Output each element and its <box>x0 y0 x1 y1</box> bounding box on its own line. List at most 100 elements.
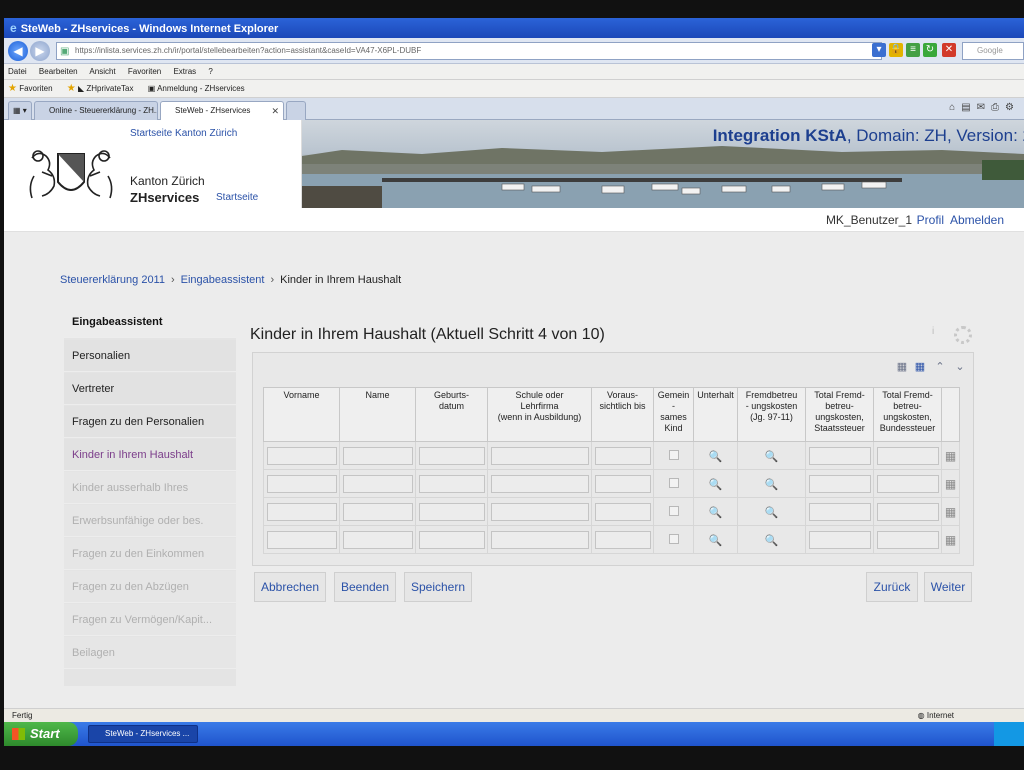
username: MK_Benutzer_1 <box>825 213 912 227</box>
new-tab-button[interactable] <box>286 101 306 120</box>
startseite-link[interactable]: Startseite <box>216 192 258 203</box>
geburtsdatum-input[interactable] <box>418 446 485 465</box>
refresh-icon[interactable]: ↻ <box>923 43 937 57</box>
tab-online-steuererklaerung[interactable]: Online - Steuererklärung - ZH... <box>34 101 158 120</box>
stop-icon[interactable]: ✕ <box>942 43 956 57</box>
search-icon[interactable]: 🔍 <box>709 506 723 519</box>
favorite-zhprivatetax[interactable]: ★ ◣ ZHprivateTax <box>67 83 134 94</box>
menu-ansicht[interactable]: Ansicht <box>89 67 115 76</box>
search-icon[interactable]: 🔍 <box>709 478 723 491</box>
tab-steweb[interactable]: SteWeb - ZHservices ✕ <box>160 101 284 120</box>
weiter-button[interactable]: Weiter <box>924 572 972 602</box>
name-input[interactable] <box>342 502 413 521</box>
menu-datei[interactable]: Datei <box>8 67 27 76</box>
startseite-kanton-link[interactable]: Startseite Kanton Zürich <box>130 128 237 139</box>
calculator-grid-icon[interactable]: ▦ <box>895 361 909 373</box>
start-label: Start <box>30 726 60 741</box>
calculator-grid-icon[interactable]: ▦ <box>945 505 956 519</box>
total-staatssteuer-input[interactable] <box>808 446 871 465</box>
abbrechen-button[interactable]: Abbrechen <box>254 572 326 602</box>
gemeinsames-kind-checkbox[interactable] <box>668 477 679 488</box>
vorname-input[interactable] <box>266 474 337 493</box>
back-button[interactable]: ◀ <box>8 41 28 61</box>
search-icon[interactable]: 🔍 <box>765 450 779 463</box>
total-bundessteuer-input[interactable] <box>876 474 939 493</box>
calculator-grid-icon[interactable]: ▦ <box>945 477 956 491</box>
menu-extras[interactable]: Extras <box>173 67 196 76</box>
total-staatssteuer-input[interactable] <box>808 502 871 521</box>
favorites-button[interactable]: ★ Favoriten <box>8 83 53 94</box>
quick-tabs-button[interactable]: ▦ ▾ <box>8 101 32 120</box>
sidebar-item-kinder-haushalt[interactable]: Kinder in Ihrem Haushalt <box>64 439 236 471</box>
voraussichtlich-bis-input[interactable] <box>594 502 651 521</box>
breadcrumb-current: Kinder in Ihrem Haushalt <box>280 274 402 286</box>
total-bundessteuer-input[interactable] <box>876 502 939 521</box>
sidebar-item-fragen-personalien[interactable]: Fragen zu den Personalien <box>64 406 236 438</box>
mail-icon[interactable]: ✉ <box>977 102 991 113</box>
name-input[interactable] <box>342 530 413 549</box>
search-icon[interactable]: 🔍 <box>765 506 779 519</box>
geburtsdatum-input[interactable] <box>418 502 485 521</box>
name-input[interactable] <box>342 474 413 493</box>
feeds-icon[interactable]: ▤ <box>961 102 976 113</box>
dropdown-arrow-icon[interactable]: ▾ <box>872 43 886 57</box>
gemeinsames-kind-checkbox[interactable] <box>668 505 679 516</box>
total-bundessteuer-input[interactable] <box>876 530 939 549</box>
total-staatssteuer-input[interactable] <box>808 530 871 549</box>
schule-input[interactable] <box>490 474 589 493</box>
menu-bar: Datei Bearbeiten Ansicht Favoriten Extra… <box>4 64 1024 80</box>
lock-icon[interactable]: 🔒 <box>889 43 903 57</box>
gemeinsames-kind-checkbox[interactable] <box>668 533 679 544</box>
breadcrumb-eingabeassistent[interactable]: Eingabeassistent <box>181 274 265 286</box>
voraussichtlich-bis-input[interactable] <box>594 446 651 465</box>
children-table: Vorname Name Geburts-datum Schule oder Le… <box>263 387 960 554</box>
gemeinsames-kind-checkbox[interactable] <box>668 449 679 460</box>
zurueck-button[interactable]: Zurück <box>866 572 918 602</box>
calculator-grid-icon[interactable]: ▦ <box>945 449 956 463</box>
geburtsdatum-input[interactable] <box>418 530 485 549</box>
search-icon[interactable]: 🔍 <box>765 534 779 547</box>
compatibility-icon[interactable]: ≡ <box>906 43 920 57</box>
calculator-grid-icon[interactable]: ▦ <box>945 533 956 547</box>
print-icon[interactable]: ⎙ <box>991 102 1005 113</box>
taskbar-item-steweb[interactable]: SteWeb - ZHservices ... <box>88 725 198 743</box>
breadcrumb-steuererklaerung[interactable]: Steuererklärung 2011 <box>60 274 165 286</box>
url-field[interactable]: ▣ https://inlista.services.zh.ch/ir/porta… <box>56 42 882 60</box>
menu-bearbeiten[interactable]: Bearbeiten <box>39 67 78 76</box>
chevron-up-icon[interactable]: ⌃ <box>933 361 947 373</box>
close-tab-icon[interactable]: ✕ <box>271 102 279 120</box>
breadcrumb: Steuererklärung 2011 › Eingabeassistent › Ki… <box>60 274 401 286</box>
search-icon[interactable]: 🔍 <box>709 534 723 547</box>
profil-link[interactable]: Profil <box>917 213 944 227</box>
schule-input[interactable] <box>490 502 589 521</box>
vorname-input[interactable] <box>266 530 337 549</box>
schule-input[interactable] <box>490 530 589 549</box>
favorite-anmeldung[interactable]: ▣ Anmeldung - ZHservices <box>148 84 245 93</box>
chevron-down-icon[interactable]: ⌄ <box>953 361 967 373</box>
vorname-input[interactable] <box>266 502 337 521</box>
home-icon[interactable]: ⌂ <box>949 102 961 113</box>
abmelden-link[interactable]: Abmelden <box>950 213 1004 227</box>
voraussichtlich-bis-input[interactable] <box>594 474 651 493</box>
menu-help[interactable]: ? <box>208 67 212 76</box>
total-bundessteuer-input[interactable] <box>876 446 939 465</box>
vorname-input[interactable] <box>266 446 337 465</box>
schule-input[interactable] <box>490 446 589 465</box>
total-staatssteuer-input[interactable] <box>808 474 871 493</box>
geburtsdatum-input[interactable] <box>418 474 485 493</box>
speichern-button[interactable]: Speichern <box>404 572 472 602</box>
menu-favoriten[interactable]: Favoriten <box>128 67 161 76</box>
add-row-icon[interactable]: ▦ <box>913 361 927 373</box>
search-icon[interactable]: 🔍 <box>765 478 779 491</box>
status-bar: Fertig ◍ Internet <box>4 708 1024 722</box>
voraussichtlich-bis-input[interactable] <box>594 530 651 549</box>
name-input[interactable] <box>342 446 413 465</box>
forward-button[interactable]: ▶ <box>30 41 50 61</box>
sidebar-item-personalien[interactable]: Personalien <box>64 340 236 372</box>
tools-icon[interactable]: ⚙ <box>1005 102 1020 113</box>
search-input[interactable]: Google <box>962 42 1024 60</box>
sidebar-item-vertreter[interactable]: Vertreter <box>64 373 236 405</box>
start-button[interactable]: Start <box>4 722 78 746</box>
search-icon[interactable]: 🔍 <box>709 450 723 463</box>
beenden-button[interactable]: Beenden <box>334 572 396 602</box>
